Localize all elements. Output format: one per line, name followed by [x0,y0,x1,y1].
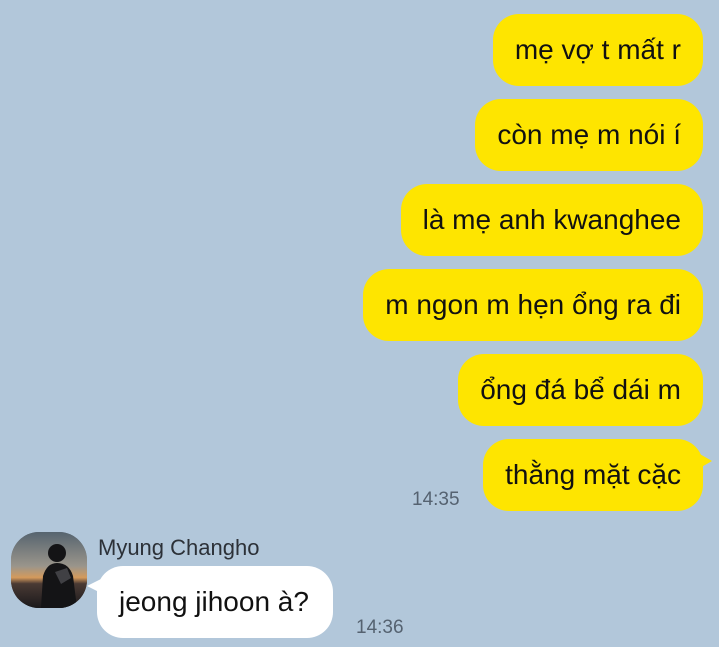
outgoing-message-bubble[interactable]: mẹ vợ t mất r [492,14,703,86]
message-text: là mẹ anh kwanghee [422,204,681,235]
message-text: m ngon m hẹn ổng ra đi [385,289,681,320]
outgoing-message-bubble[interactable]: ổng đá bể dái m [458,354,703,426]
sender-avatar[interactable] [11,532,87,608]
message-timestamp: 14:35 [412,489,460,510]
message-timestamp: 14:36 [356,617,404,638]
message-text: ổng đá bể dái m [480,374,681,405]
message-text: còn mẹ m nói í [497,119,681,150]
message-text: mẹ vợ t mất r [514,34,681,65]
chat-room[interactable]: mẹ vợ t mất r còn mẹ m nói í là mẹ anh k… [0,0,719,647]
outgoing-message-bubble[interactable]: thằng mặt cặc [483,439,712,511]
incoming-message-bubble[interactable]: jeong jihoon à? [87,566,333,638]
message-text: jeong jihoon à? [119,586,309,617]
outgoing-message-bubble[interactable]: m ngon m hẹn ổng ra đi [363,269,703,341]
message-text: thằng mặt cặc [505,459,681,490]
avatar-photo-icon [11,532,87,608]
sender-name: Myung Changho [98,535,260,560]
outgoing-message-bubble[interactable]: còn mẹ m nói í [475,99,703,171]
outgoing-message-bubble[interactable]: là mẹ anh kwanghee [400,184,703,256]
